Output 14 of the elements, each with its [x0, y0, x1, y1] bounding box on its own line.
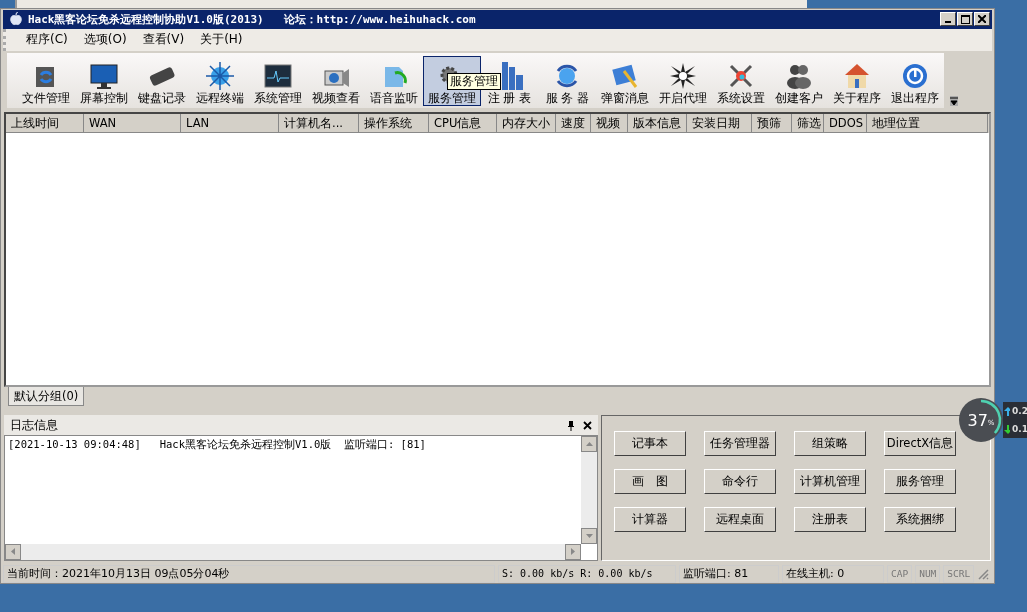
download-rate: 0.1 — [1012, 424, 1027, 434]
status-online: 在线主机: 0 — [782, 565, 884, 583]
key-indicator: NUM — [915, 565, 941, 583]
key-indicator: CAP — [887, 565, 913, 583]
status-port: 监听端口: 81 — [679, 565, 779, 583]
log-line: [2021-10-13 09:04:48] Hack黑客论坛免杀远程控制V1.0版 监听端口: [81] — [7, 437, 427, 453]
status-speed: S: 0.00 kb/s R: 0.00 kb/s — [498, 565, 676, 583]
status-time: 当前时间：2021年10月13日 09点05分04秒 — [3, 565, 495, 583]
window-title: Hack黑客论坛免杀远程控制协助V1.0版(2013) 论坛：http://www.heihuhack.com — [28, 11, 477, 27]
service-tooltip: 服务管理 — [447, 72, 501, 90]
upload-rate: 0.2 — [1012, 406, 1027, 416]
panel-title: 日志信息 — [10, 416, 59, 434]
key-indicator: SCRL — [943, 565, 975, 583]
percent-value: 37 — [967, 410, 988, 430]
